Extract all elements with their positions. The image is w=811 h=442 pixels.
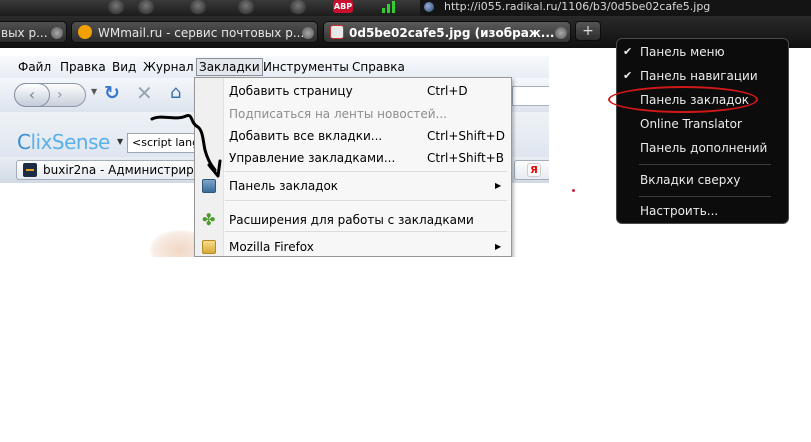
- annotation-ellipse: [608, 86, 758, 113]
- ctx-item-online-translator[interactable]: Online Translator: [617, 112, 788, 136]
- ctx-item-customize[interactable]: Настроить...: [617, 199, 788, 223]
- checkmark-icon: ✔: [623, 69, 633, 82]
- menu-separator: [639, 164, 771, 165]
- ctx-item-label: Панель дополнений: [640, 141, 768, 155]
- ctx-item-label: Настроить...: [640, 204, 719, 218]
- ctx-item-menu-bar[interactable]: ✔ Панель меню: [617, 40, 788, 64]
- toolbar-context-menu: ✔ Панель меню ✔ Панель навигации Панель …: [616, 38, 789, 224]
- ctx-item-label: Панель меню: [640, 45, 725, 59]
- ctx-item-label: Вкладки сверху: [640, 173, 741, 187]
- ctx-item-tabs-on-top[interactable]: Вкладки сверху: [617, 168, 788, 192]
- ctx-item-label: Панель навигации: [640, 69, 758, 83]
- menu-separator: [639, 196, 771, 197]
- ctx-item-navigation-bar[interactable]: ✔ Панель навигации: [617, 64, 788, 88]
- ctx-item-addon-bar[interactable]: Панель дополнений: [617, 136, 788, 160]
- checkmark-icon: ✔: [623, 45, 633, 58]
- ctx-item-label: Online Translator: [640, 117, 742, 131]
- annotation-dot: [572, 189, 575, 192]
